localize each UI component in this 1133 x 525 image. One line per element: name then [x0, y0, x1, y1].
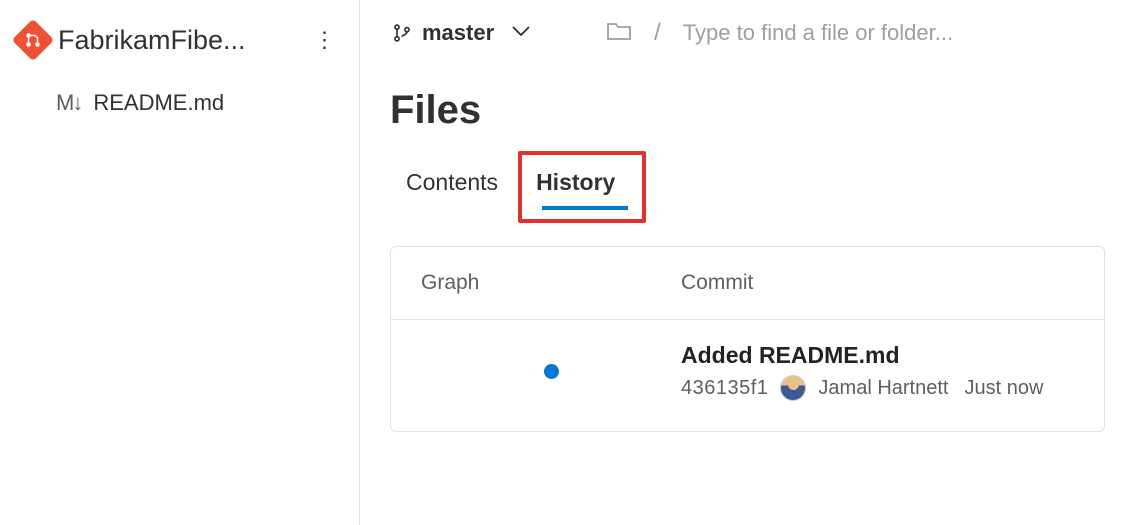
branch-selector[interactable]: master — [390, 16, 538, 50]
tabs: Contents History — [390, 159, 631, 208]
path-separator: / — [654, 19, 661, 47]
sidebar: FabrikamFibe... ⋮ M↓ README.md — [0, 0, 360, 525]
tab-contents[interactable]: Contents — [390, 159, 514, 208]
topbar: master / — [390, 16, 1133, 70]
column-header-commit[interactable]: Commit — [681, 271, 1074, 295]
chevron-down-icon — [512, 24, 530, 42]
tree-item-readme[interactable]: M↓ README.md — [0, 76, 359, 124]
commit-time: Just now — [964, 377, 1043, 400]
branch-name: master — [422, 20, 494, 46]
commit-dot-icon — [544, 364, 559, 379]
repo-header: FabrikamFibe... ⋮ — [0, 18, 359, 76]
markdown-icon: M↓ — [56, 90, 81, 116]
graph-cell — [421, 342, 681, 379]
table-row[interactable]: Added README.md 436135f1 Jamal Hartnett … — [391, 320, 1104, 431]
page-title: Files — [390, 70, 1133, 159]
repo-title[interactable]: FabrikamFibe... — [58, 25, 299, 56]
path-search-input[interactable] — [683, 20, 1133, 46]
commit-meta: 436135f1 Jamal Hartnett Just now — [681, 375, 1074, 401]
more-options-button[interactable]: ⋮ — [309, 24, 341, 56]
commit-title[interactable]: Added README.md — [681, 342, 1074, 375]
avatar[interactable] — [780, 375, 806, 401]
commit-hash[interactable]: 436135f1 — [681, 377, 768, 400]
branch-icon — [392, 22, 412, 44]
tab-history[interactable]: History — [520, 159, 631, 208]
main-content: master / Files Contents History Graph Co… — [360, 0, 1133, 525]
git-icon — [12, 19, 54, 61]
history-card: Graph Commit Added README.md 436135f1 Ja… — [390, 246, 1105, 432]
folder-icon — [606, 20, 632, 47]
commit-cell: Added README.md 436135f1 Jamal Hartnett … — [681, 342, 1074, 401]
history-header: Graph Commit — [391, 247, 1104, 320]
tree-item-label: README.md — [93, 90, 224, 116]
column-header-graph[interactable]: Graph — [421, 271, 681, 295]
commit-author[interactable]: Jamal Hartnett — [818, 377, 948, 400]
